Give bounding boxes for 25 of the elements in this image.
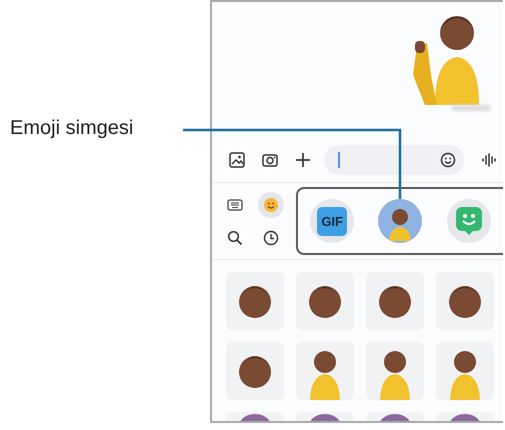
avatar-sticker-drawing[interactable] xyxy=(226,342,284,400)
message-input-field[interactable] xyxy=(324,145,464,175)
emoji-face-tab[interactable] xyxy=(258,192,284,218)
avatar-sticker-drawing[interactable] xyxy=(296,272,354,330)
smiling-speech-bubble-icon xyxy=(454,206,483,236)
image-icon[interactable] xyxy=(229,152,245,168)
clock-icon xyxy=(263,230,279,246)
avatar-sticker-drawing[interactable] xyxy=(436,272,494,330)
avatar-sticker-drawing[interactable] xyxy=(366,272,424,330)
avatar-sticker-drawing[interactable] xyxy=(366,342,424,400)
callout-label: Emoji simgesi xyxy=(10,117,134,139)
avatar-sticker-drawing[interactable] xyxy=(296,342,354,400)
smiley-icon[interactable] xyxy=(440,152,456,168)
blurred-timestamp xyxy=(451,105,491,111)
camera-icon[interactable] xyxy=(262,152,278,168)
plus-icon[interactable] xyxy=(295,152,311,168)
avatar-sticker-drawing[interactable] xyxy=(226,272,284,330)
voice-wave-icon[interactable] xyxy=(481,152,497,168)
search-icon xyxy=(227,230,243,246)
gif-category-button[interactable]: GIF xyxy=(310,199,354,243)
avatar-category-button[interactable] xyxy=(378,199,422,243)
keyboard-icon xyxy=(227,196,243,212)
sticker-category-button[interactable] xyxy=(446,199,491,243)
emoji-face-icon xyxy=(263,196,279,212)
avatar-sticker-drawing[interactable] xyxy=(436,342,494,400)
